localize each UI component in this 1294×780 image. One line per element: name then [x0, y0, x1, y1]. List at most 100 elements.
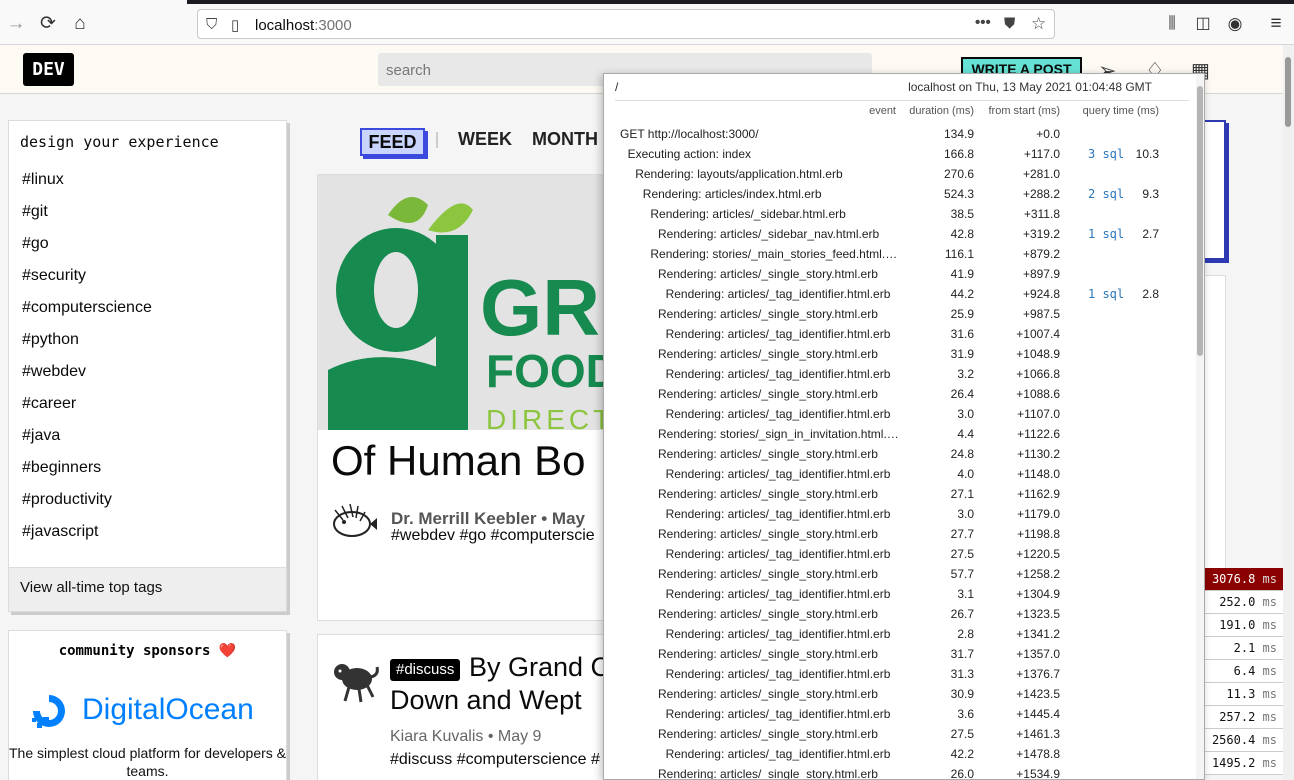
author-name[interactable]: Kiara Kuvalis: [390, 728, 483, 745]
account-icon[interactable]: ◉: [1222, 11, 1248, 37]
profiler-result-badge[interactable]: 1495.2 ms: [1205, 752, 1283, 775]
dev-logo[interactable]: DEV: [23, 53, 74, 86]
timing-row: Rendering: articles/_single_story.html.e…: [604, 444, 1194, 464]
page-scrollbar[interactable]: [1283, 45, 1294, 780]
timing-duration: 24.8: [950, 447, 974, 461]
scrollbar-thumb[interactable]: [1285, 57, 1291, 127]
timing-event: Rendering: articles/_single_story.html.e…: [658, 647, 878, 661]
timing-event: Rendering: articles/_tag_identifier.html…: [665, 327, 891, 341]
column-duration: duration (ms): [909, 105, 974, 117]
cover-image[interactable]: GR FOOD DIRECT: [318, 175, 616, 430]
home-icon[interactable]: ⌂: [67, 11, 93, 37]
timing-from-start: +1304.9: [1016, 587, 1060, 601]
timing-from-start: +1107.0: [1017, 407, 1060, 421]
timing-duration: 42.2: [950, 747, 974, 761]
timing-from-start: +897.9: [1022, 267, 1060, 281]
sidebar-tag[interactable]: #beginners: [22, 459, 152, 491]
profiler-column-headers: event duration (ms) from start (ms) quer…: [604, 105, 1194, 121]
article-author-line: Dr. Merrill Keebler • May: [391, 509, 585, 529]
timing-row: Rendering: articles/_tag_identifier.html…: [604, 624, 1194, 644]
timing-event: Rendering: articles/_single_story.html.e…: [658, 487, 878, 501]
page-icon: ▯: [231, 17, 240, 34]
reload-icon[interactable]: ⟳: [35, 11, 61, 37]
profiler-result-badge[interactable]: 191.0 ms: [1205, 614, 1283, 637]
discuss-badge[interactable]: #discuss: [390, 659, 461, 681]
bookmark-star-icon[interactable]: ☆: [1031, 14, 1046, 34]
timing-from-start: +1198.8: [1017, 527, 1060, 541]
timing-row: Rendering: articles/_single_story.html.e…: [604, 604, 1194, 624]
pocket-icon[interactable]: ⛊: [1004, 15, 1015, 32]
timing-row: Rendering: articles/_tag_identifier.html…: [604, 664, 1194, 684]
sidebar-tag[interactable]: #security: [22, 267, 152, 299]
profiler-result-badge[interactable]: 6.4 ms: [1205, 660, 1283, 683]
timing-duration: 25.9: [950, 307, 974, 321]
profiler-result-badge[interactable]: 252.0 ms: [1205, 591, 1283, 614]
url-port: :3000: [314, 17, 352, 34]
profiler-result-badge[interactable]: 11.3 ms: [1205, 683, 1283, 706]
sidebar-tag[interactable]: #java: [22, 427, 152, 459]
profiler-result-badge[interactable]: 3076.8 ms: [1205, 568, 1283, 591]
query-time: 10.3: [1135, 147, 1159, 161]
result-value: 191.0: [1219, 618, 1256, 632]
author-name[interactable]: Dr. Merrill Keebler: [391, 509, 537, 528]
article-title-line2[interactable]: Down and Wept: [390, 685, 582, 716]
timing-duration: 3.1: [957, 587, 974, 601]
article-title-line1[interactable]: By Grand C: [469, 652, 610, 683]
profiler-result-badge[interactable]: 257.2 ms: [1205, 706, 1283, 729]
shield-icon[interactable]: ⛉: [206, 16, 217, 33]
sponsor-description: The simplest cloud platform for develope…: [9, 745, 287, 779]
author-avatar[interactable]: [331, 657, 379, 703]
timing-duration: 31.7: [950, 647, 974, 661]
timing-from-start: +1341.2: [1016, 627, 1060, 641]
profiler-result-badge[interactable]: 2560.4 ms: [1205, 729, 1283, 752]
sidebar-tag[interactable]: #javascript: [22, 523, 152, 555]
more-actions-icon[interactable]: •••: [975, 14, 991, 31]
timing-row: Rendering: articles/_tag_identifier.html…: [604, 464, 1194, 484]
sponsor-brand[interactable]: DigitalOcean: [82, 693, 254, 727]
featured-article-card[interactable]: GR FOOD DIRECT Of Human Bo Dr. Merrill K…: [317, 174, 617, 621]
timing-duration: 31.6: [950, 327, 974, 341]
sidebar-tag[interactable]: #productivity: [22, 491, 152, 523]
profiler-scrollbar-thumb[interactable]: [1197, 86, 1203, 356]
sidebar-tag[interactable]: #go: [22, 235, 152, 267]
menu-icon[interactable]: ≡: [1263, 11, 1289, 37]
sidebar-tag[interactable]: #python: [22, 331, 152, 363]
url-text[interactable]: localhost:3000: [255, 17, 352, 34]
url-bar[interactable]: ⛉ ▯ localhost:3000 ••• ⛊ ☆: [197, 9, 1055, 39]
result-unit: ms: [1262, 687, 1277, 701]
timing-event: Rendering: articles/_tag_identifier.html…: [665, 467, 891, 481]
timing-duration: 116.1: [944, 247, 974, 261]
timing-duration: 27.7: [950, 527, 974, 541]
library-icon[interactable]: ⫼: [1159, 11, 1185, 37]
sidebar-tag[interactable]: #computerscience: [22, 299, 152, 331]
author-avatar[interactable]: [330, 500, 378, 544]
article-tags[interactable]: #webdev #go #computerscie: [391, 527, 595, 545]
timing-from-start: +1357.0: [1016, 647, 1060, 661]
timing-event: Rendering: articles/_single_story.html.e…: [658, 447, 878, 461]
sidebar-toggle-icon[interactable]: ◫: [1190, 11, 1216, 37]
tab-week[interactable]: WEEK: [458, 129, 512, 150]
sidebar-tag[interactable]: #career: [22, 395, 152, 427]
profiler-scrollbar[interactable]: [1196, 74, 1204, 779]
timing-from-start: +0.0: [1036, 127, 1060, 141]
tab-month[interactable]: MONTH: [532, 129, 598, 150]
top-tags-link[interactable]: View all-time top tags: [9, 567, 286, 611]
article-card[interactable]: #discuss By Grand C Down and Wept Kiara …: [317, 634, 617, 780]
digitalocean-logo-icon[interactable]: [29, 691, 69, 731]
profiler-result-badge[interactable]: 2.1 ms: [1205, 637, 1283, 660]
timing-row: Rendering: articles/_tag_identifier.html…: [604, 744, 1194, 764]
timing-duration: 41.9: [950, 267, 974, 281]
tab-feed[interactable]: FEED: [360, 128, 425, 156]
sidebar-tag[interactable]: #linux: [22, 171, 152, 203]
timing-duration: 2.8: [957, 627, 974, 641]
result-value: 257.2: [1219, 710, 1256, 724]
article-title[interactable]: Of Human Bo: [331, 437, 585, 485]
top-tags-label: View all-time top tags: [20, 579, 163, 596]
sidebar-tag[interactable]: #webdev: [22, 363, 152, 395]
svg-text:GR: GR: [480, 263, 600, 352]
article-tags[interactable]: #discuss #computerscience #: [390, 751, 600, 769]
sidebar-tag[interactable]: #git: [22, 203, 152, 235]
sponsors-card: community sponsors ❤️ DigitalOcean The s…: [8, 630, 287, 780]
timing-row: Rendering: articles/index.html.erb 524.3 +…: [604, 184, 1194, 204]
back-arrow-icon[interactable]: →: [3, 11, 29, 37]
